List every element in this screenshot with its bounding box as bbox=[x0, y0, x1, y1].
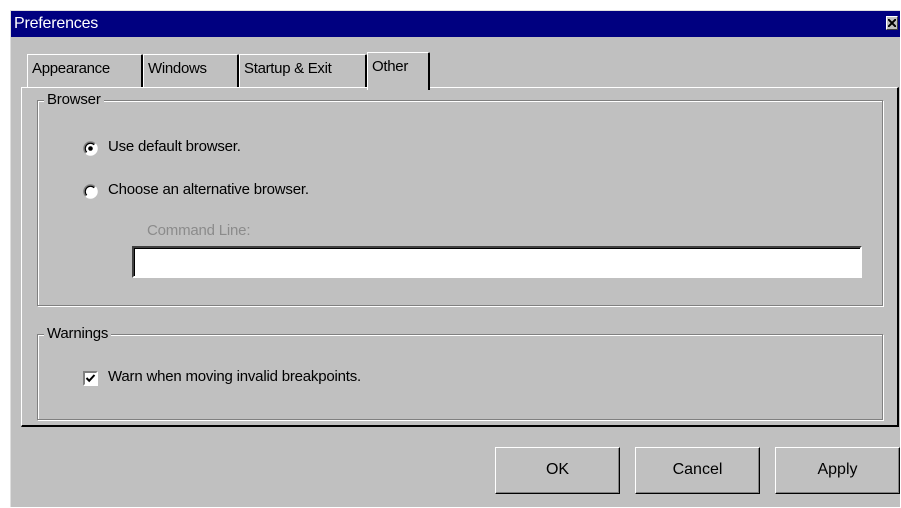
warn-breakpoints-label[interactable]: Warn when moving invalid breakpoints. bbox=[108, 367, 361, 387]
window-title: Preferences bbox=[14, 15, 99, 32]
tab-windows-label: Windows bbox=[148, 60, 207, 77]
tab-panel-other: Browser Use default browser. Choose an a… bbox=[21, 87, 899, 427]
tab-windows[interactable]: Windows bbox=[143, 54, 239, 88]
warn-breakpoints-checkbox[interactable] bbox=[83, 371, 98, 386]
tab-appearance[interactable]: Appearance bbox=[27, 54, 143, 88]
alternative-browser-label[interactable]: Choose an alternative browser. bbox=[108, 180, 309, 200]
warnings-groupbox: Warnings Warn when moving invalid breakp… bbox=[37, 324, 883, 420]
warnings-group-label: Warnings bbox=[44, 324, 112, 344]
ok-button[interactable]: OK bbox=[495, 447, 620, 494]
preferences-dialog: Preferences Appearance Windows Startup &… bbox=[10, 10, 900, 507]
browser-group-label: Browser bbox=[44, 90, 104, 110]
alternative-browser-radio[interactable] bbox=[83, 184, 98, 199]
cancel-button[interactable]: Cancel bbox=[635, 447, 760, 494]
tab-startup-exit[interactable]: Startup & Exit bbox=[239, 54, 367, 88]
title-bar[interactable]: Preferences bbox=[11, 11, 900, 37]
command-line-label: Command Line: bbox=[147, 222, 251, 239]
close-button[interactable] bbox=[886, 16, 898, 30]
tab-startup-exit-label: Startup & Exit bbox=[244, 60, 332, 77]
tab-appearance-label: Appearance bbox=[32, 60, 110, 77]
close-icon bbox=[888, 19, 896, 27]
apply-button[interactable]: Apply bbox=[775, 447, 900, 494]
checkmark-icon bbox=[85, 374, 96, 383]
tab-other-label: Other bbox=[372, 58, 409, 75]
default-browser-radio[interactable] bbox=[83, 141, 98, 156]
tab-other[interactable]: Other bbox=[367, 52, 430, 90]
command-line-input[interactable] bbox=[132, 246, 862, 278]
default-browser-label[interactable]: Use default browser. bbox=[108, 137, 241, 157]
browser-groupbox: Browser Use default browser. Choose an a… bbox=[37, 90, 883, 306]
